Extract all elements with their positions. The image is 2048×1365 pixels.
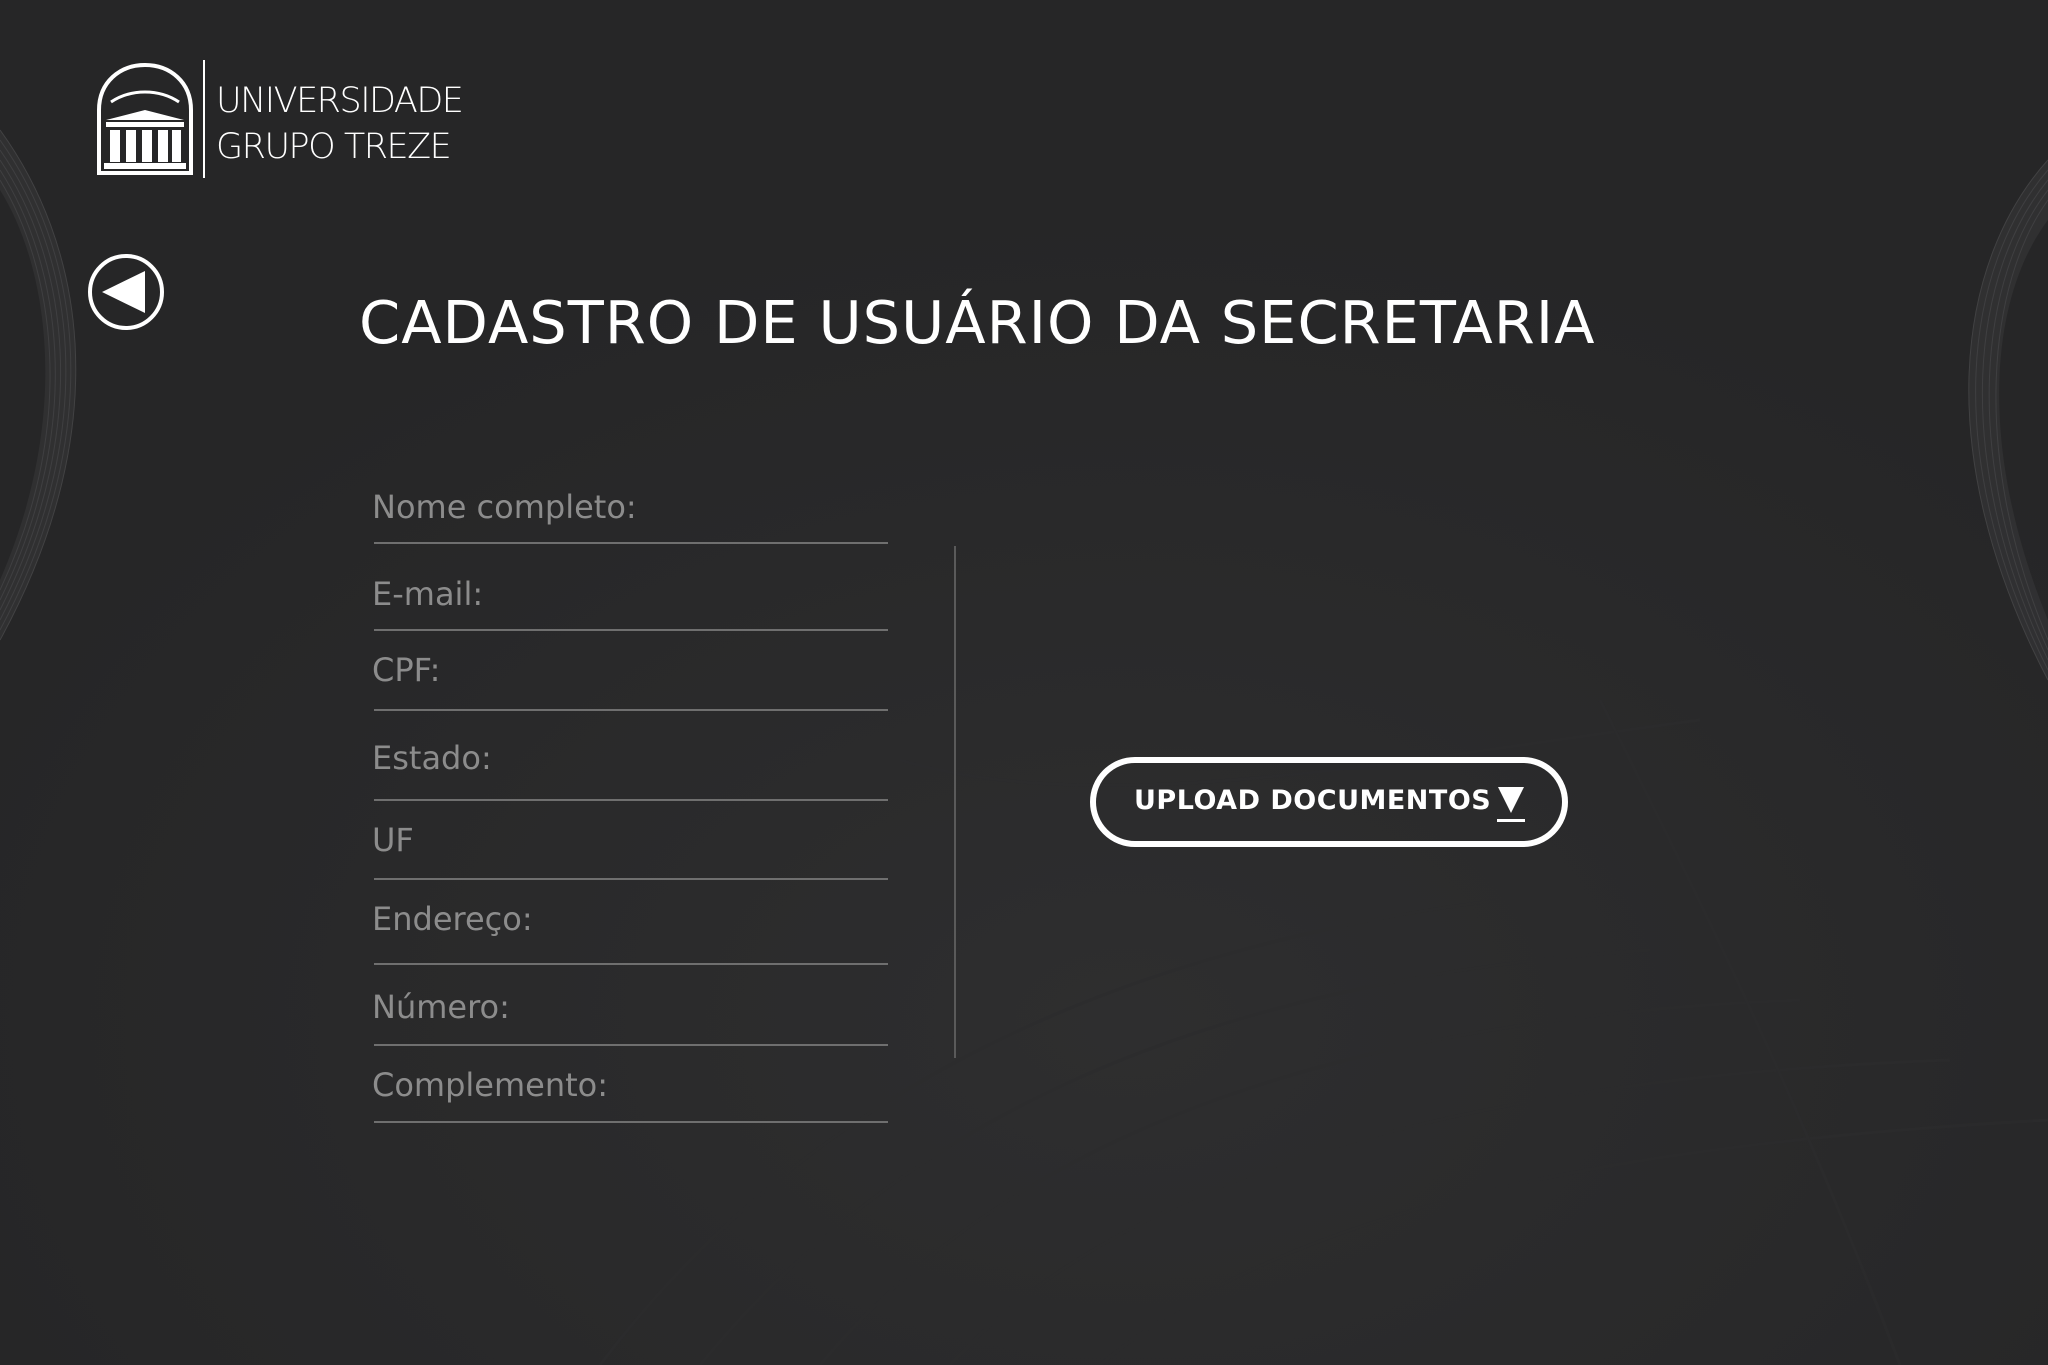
field-label: CPF:	[372, 651, 441, 689]
field-underline	[374, 542, 888, 544]
logo-wordmark: UNIVERSIDADE GRUPO TREZE	[216, 78, 464, 170]
field-label: Nome completo:	[372, 488, 637, 526]
field-label: Endereço:	[372, 900, 533, 938]
upload-button-label: UPLOAD DOCUMENTOS	[1134, 785, 1492, 816]
logo-line-1: UNIVERSIDADE	[216, 81, 464, 121]
right-decorative-arc	[1968, 159, 2048, 681]
page-title: CADASTRO DE USUÁRIO DA SECRETARIA	[359, 288, 1596, 357]
number-field[interactable]: Número:	[372, 966, 889, 1047]
field-label: Complemento:	[372, 1066, 609, 1104]
cpf-field[interactable]: CPF:	[372, 633, 889, 713]
field-label: UF	[372, 821, 414, 859]
logo-line-2: GRUPO TREZE	[216, 127, 452, 167]
back-button[interactable]	[87, 253, 165, 331]
field-label: E-mail:	[372, 575, 484, 613]
back-arrow-icon	[88, 254, 164, 330]
field-underline	[374, 629, 888, 631]
field-underline	[374, 1044, 888, 1046]
address-field[interactable]: Endereço:	[372, 882, 889, 966]
field-underline	[374, 1121, 888, 1123]
upload-documents-button[interactable]: UPLOAD DOCUMENTOS	[1090, 757, 1568, 847]
state-field[interactable]: Estado:	[372, 713, 889, 803]
uf-field[interactable]: UF	[372, 803, 889, 882]
field-label: Número:	[372, 988, 510, 1026]
building-icon	[97, 62, 193, 175]
field-underline	[374, 878, 888, 880]
background-texture	[0, 0, 2048, 1365]
logo-divider	[203, 60, 205, 178]
field-underline	[374, 963, 888, 965]
field-underline	[374, 709, 888, 711]
column-divider	[954, 546, 956, 1058]
app-screen: UNIVERSIDADE GRUPO TREZE CADASTRO DE USU…	[0, 0, 2048, 1365]
email-field[interactable]: E-mail:	[372, 546, 889, 633]
left-decorative-arc	[0, 129, 77, 641]
full-name-field[interactable]: Nome completo:	[372, 470, 889, 546]
university-logo: UNIVERSIDADE GRUPO TREZE	[96, 58, 464, 182]
field-underline	[374, 799, 888, 801]
field-label: Estado:	[372, 739, 492, 777]
complement-field[interactable]: Complemento:	[372, 1047, 889, 1125]
download-arrow-icon	[1497, 787, 1525, 822]
